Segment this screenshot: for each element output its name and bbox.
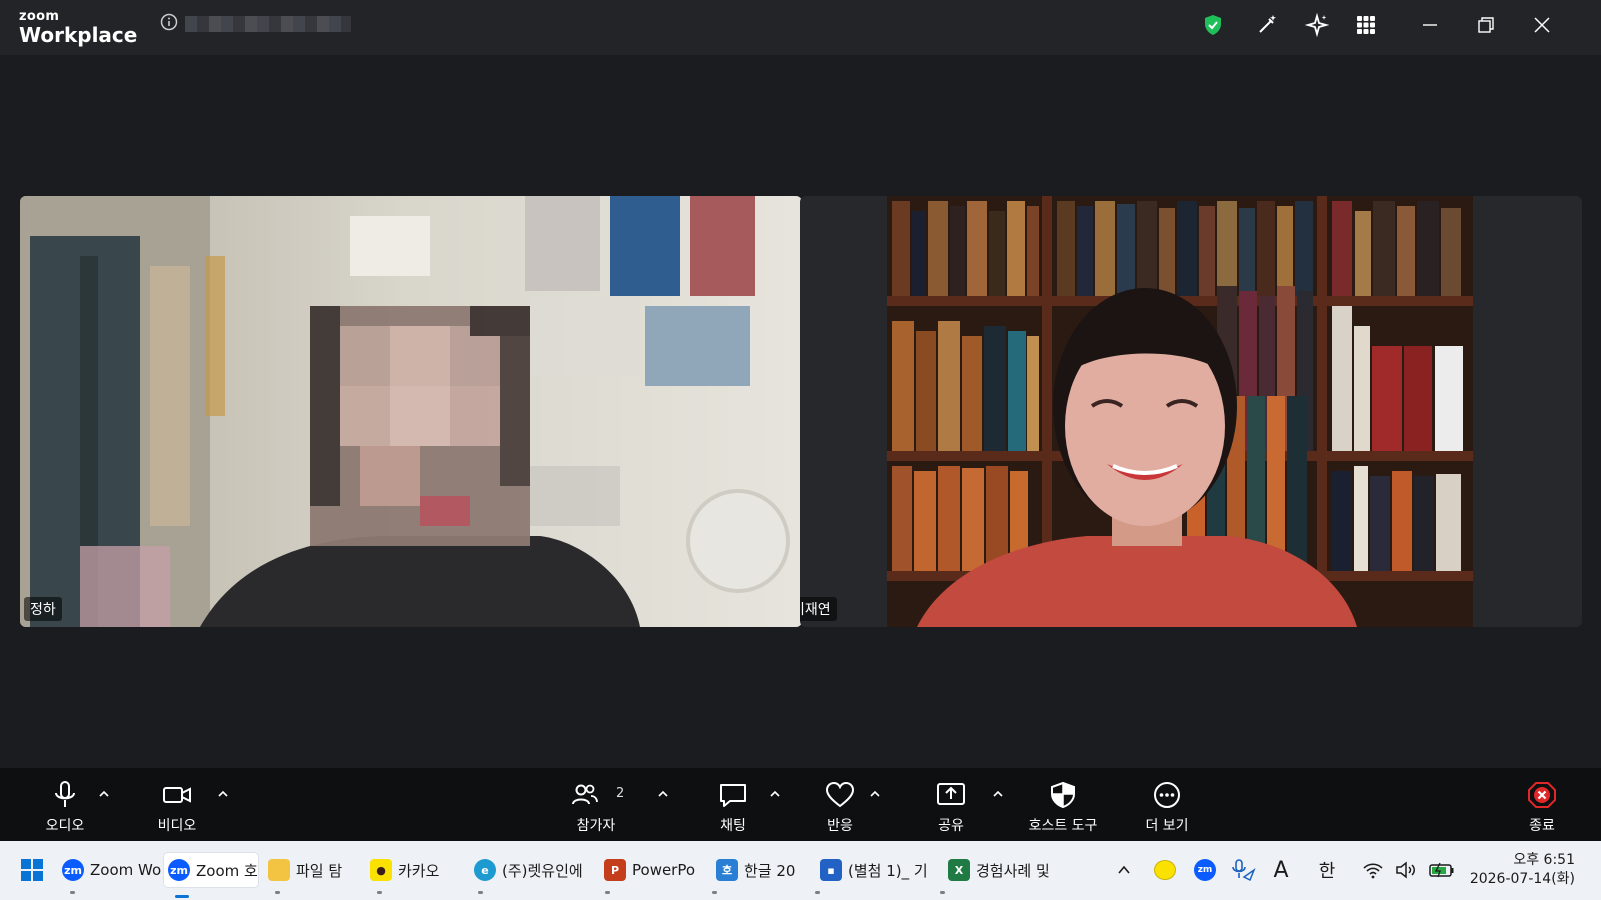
restore-icon[interactable] — [1474, 13, 1498, 37]
taskbar-item-label: (주)렛유인에 — [502, 861, 583, 880]
edge-icon: e — [474, 859, 496, 881]
participants-label: 참가자 — [576, 818, 616, 834]
share-screen-icon — [937, 783, 965, 805]
participants-options-chevron-up-icon[interactable] — [656, 788, 670, 800]
clock-date: 2026-07-14(화) — [1469, 871, 1575, 887]
taskbar-item-file-explorer[interactable]: 파일 탐 — [268, 853, 358, 887]
ime-a-indicator[interactable]: A — [1268, 855, 1294, 885]
shield-icon — [1051, 781, 1075, 809]
audio-options-chevron-up-icon[interactable] — [97, 788, 111, 800]
magic-wand-icon[interactable] — [1255, 13, 1279, 37]
taskbar-item-label: PowerPo — [632, 861, 696, 879]
taskbar-item-zoom-workplace[interactable]: zm Zoom Wo — [62, 853, 162, 887]
minimize-icon[interactable] — [1418, 13, 1442, 37]
video-camera-icon — [163, 787, 191, 803]
meeting-info-icon[interactable] — [160, 13, 178, 31]
participant-1-name: 정하 — [24, 597, 62, 621]
video-options-chevron-up-icon[interactable] — [216, 788, 230, 800]
volume-icon[interactable] — [1394, 860, 1418, 880]
meeting-title-blurred — [185, 16, 351, 32]
chat-button[interactable]: 채팅 — [703, 768, 763, 841]
audio-button[interactable]: 오디오 — [35, 768, 95, 841]
zoom-workplace-logo: zoom Workplace — [19, 10, 137, 45]
participant-1-video — [20, 196, 802, 627]
powerpoint-icon: P — [604, 859, 626, 881]
apps-grid-icon[interactable] — [1354, 13, 1378, 37]
taskbar-item-label: 파일 탐 — [296, 861, 343, 880]
participants-count: 2 — [616, 786, 625, 801]
video-gallery: 정하 재연 — [0, 55, 1601, 768]
video-label: 비디오 — [157, 818, 197, 834]
show-hidden-icons-chevron-up-icon[interactable] — [1116, 863, 1132, 877]
windows-taskbar: zm Zoom Wo zm Zoom 호 파일 탐 ● 카카오 e (주)렛유인… — [0, 841, 1601, 900]
clock-time: 오후 6:51 — [1513, 852, 1575, 868]
encryption-shield-icon[interactable] — [1201, 13, 1225, 37]
react-button[interactable]: 반응 — [810, 768, 870, 841]
taskbar-item-powerpoint[interactable]: P PowerPo — [604, 853, 696, 887]
excel-icon: X — [948, 859, 970, 881]
taskbar-item-zoom-meeting[interactable]: zm Zoom 호 — [164, 853, 258, 887]
taskbar-item-hangul[interactable]: 호 한글 20 — [716, 853, 802, 887]
more-dots-icon — [1154, 782, 1180, 808]
taskbar-item-hwp-document[interactable]: ▪ (별첨 1)_ 기 — [820, 853, 938, 887]
video-button[interactable]: 비디오 — [147, 768, 207, 841]
hangul-icon: 호 — [716, 859, 738, 881]
ime-han-indicator[interactable]: 한 — [1312, 855, 1342, 885]
microphone-icon — [55, 781, 75, 807]
taskbar-item-label: 경험사례 및 — [976, 861, 1050, 880]
more-label: 더 보기 — [1145, 818, 1189, 834]
audio-label: 오디오 — [45, 818, 85, 834]
share-label: 공유 — [938, 818, 964, 834]
windows-start-icon[interactable] — [21, 859, 43, 881]
logo-large-text: Workplace — [19, 23, 138, 47]
react-label: 반응 — [827, 818, 853, 834]
wifi-icon[interactable] — [1362, 861, 1384, 879]
folder-icon — [268, 859, 290, 881]
system-clock[interactable]: 오후 6:51 2026-07-14(화) — [1470, 851, 1575, 889]
participants-button[interactable]: 2 참가자 — [556, 768, 636, 841]
taskbar-item-excel[interactable]: X 경험사례 및 — [948, 853, 1068, 887]
participants-icon — [571, 784, 598, 805]
participant-2-name: 이재연 — [800, 597, 837, 621]
taskbar-item-edge[interactable]: e (주)렛유인에 — [474, 853, 594, 887]
zoom-tray-icon[interactable]: zm — [1192, 855, 1218, 885]
video-tile-participant-2[interactable]: 이재연 — [800, 196, 1582, 627]
title-bar: zoom Workplace — [0, 0, 1601, 55]
heart-icon — [825, 781, 855, 808]
react-options-chevron-up-icon[interactable] — [868, 788, 882, 800]
chat-options-chevron-up-icon[interactable] — [768, 788, 782, 800]
chat-label: 채팅 — [720, 818, 746, 834]
host-tools-button[interactable]: 호스트 도구 — [1018, 768, 1108, 841]
battery-charging-icon[interactable] — [1428, 861, 1456, 879]
taskbar-item-label: Zoom 호 — [196, 861, 258, 880]
participant-2-video — [887, 196, 1473, 627]
logo-small-text: zoom — [19, 9, 60, 24]
end-meeting-button[interactable]: 종료 — [1515, 768, 1569, 841]
meeting-toolbar: 오디오 비디오 2 참가자 채팅 반응 공유 호스트 도구 더 보기 종료 — [0, 768, 1601, 841]
close-icon[interactable] — [1530, 13, 1554, 37]
hwp-doc-icon: ▪ — [820, 859, 842, 881]
ai-companion-icon[interactable] — [1305, 13, 1329, 37]
taskbar-item-label: Zoom Wo — [90, 861, 162, 879]
host-tools-label: 호스트 도구 — [1028, 818, 1098, 834]
share-button[interactable]: 공유 — [921, 768, 981, 841]
microphone-in-use-icon[interactable] — [1230, 857, 1256, 883]
video-tile-participant-1[interactable]: 정하 — [20, 196, 802, 627]
taskbar-item-label: (별첨 1)_ 기 — [848, 861, 928, 880]
taskbar-item-label: 한글 20 — [744, 861, 796, 880]
more-button[interactable]: 더 보기 — [1132, 768, 1202, 841]
zoom-icon: zm — [62, 859, 84, 881]
end-x-icon — [1528, 782, 1556, 808]
taskbar-item-kakaotalk[interactable]: ● 카카오 — [370, 853, 456, 887]
zoom-icon: zm — [168, 859, 190, 881]
chat-bubble-icon — [720, 784, 746, 807]
taskbar-item-label: 카카오 — [398, 861, 440, 880]
kakaotalk-icon: ● — [370, 859, 392, 881]
end-label: 종료 — [1529, 818, 1555, 834]
kakaotalk-tray-icon[interactable] — [1152, 855, 1178, 885]
share-options-chevron-up-icon[interactable] — [991, 788, 1005, 800]
